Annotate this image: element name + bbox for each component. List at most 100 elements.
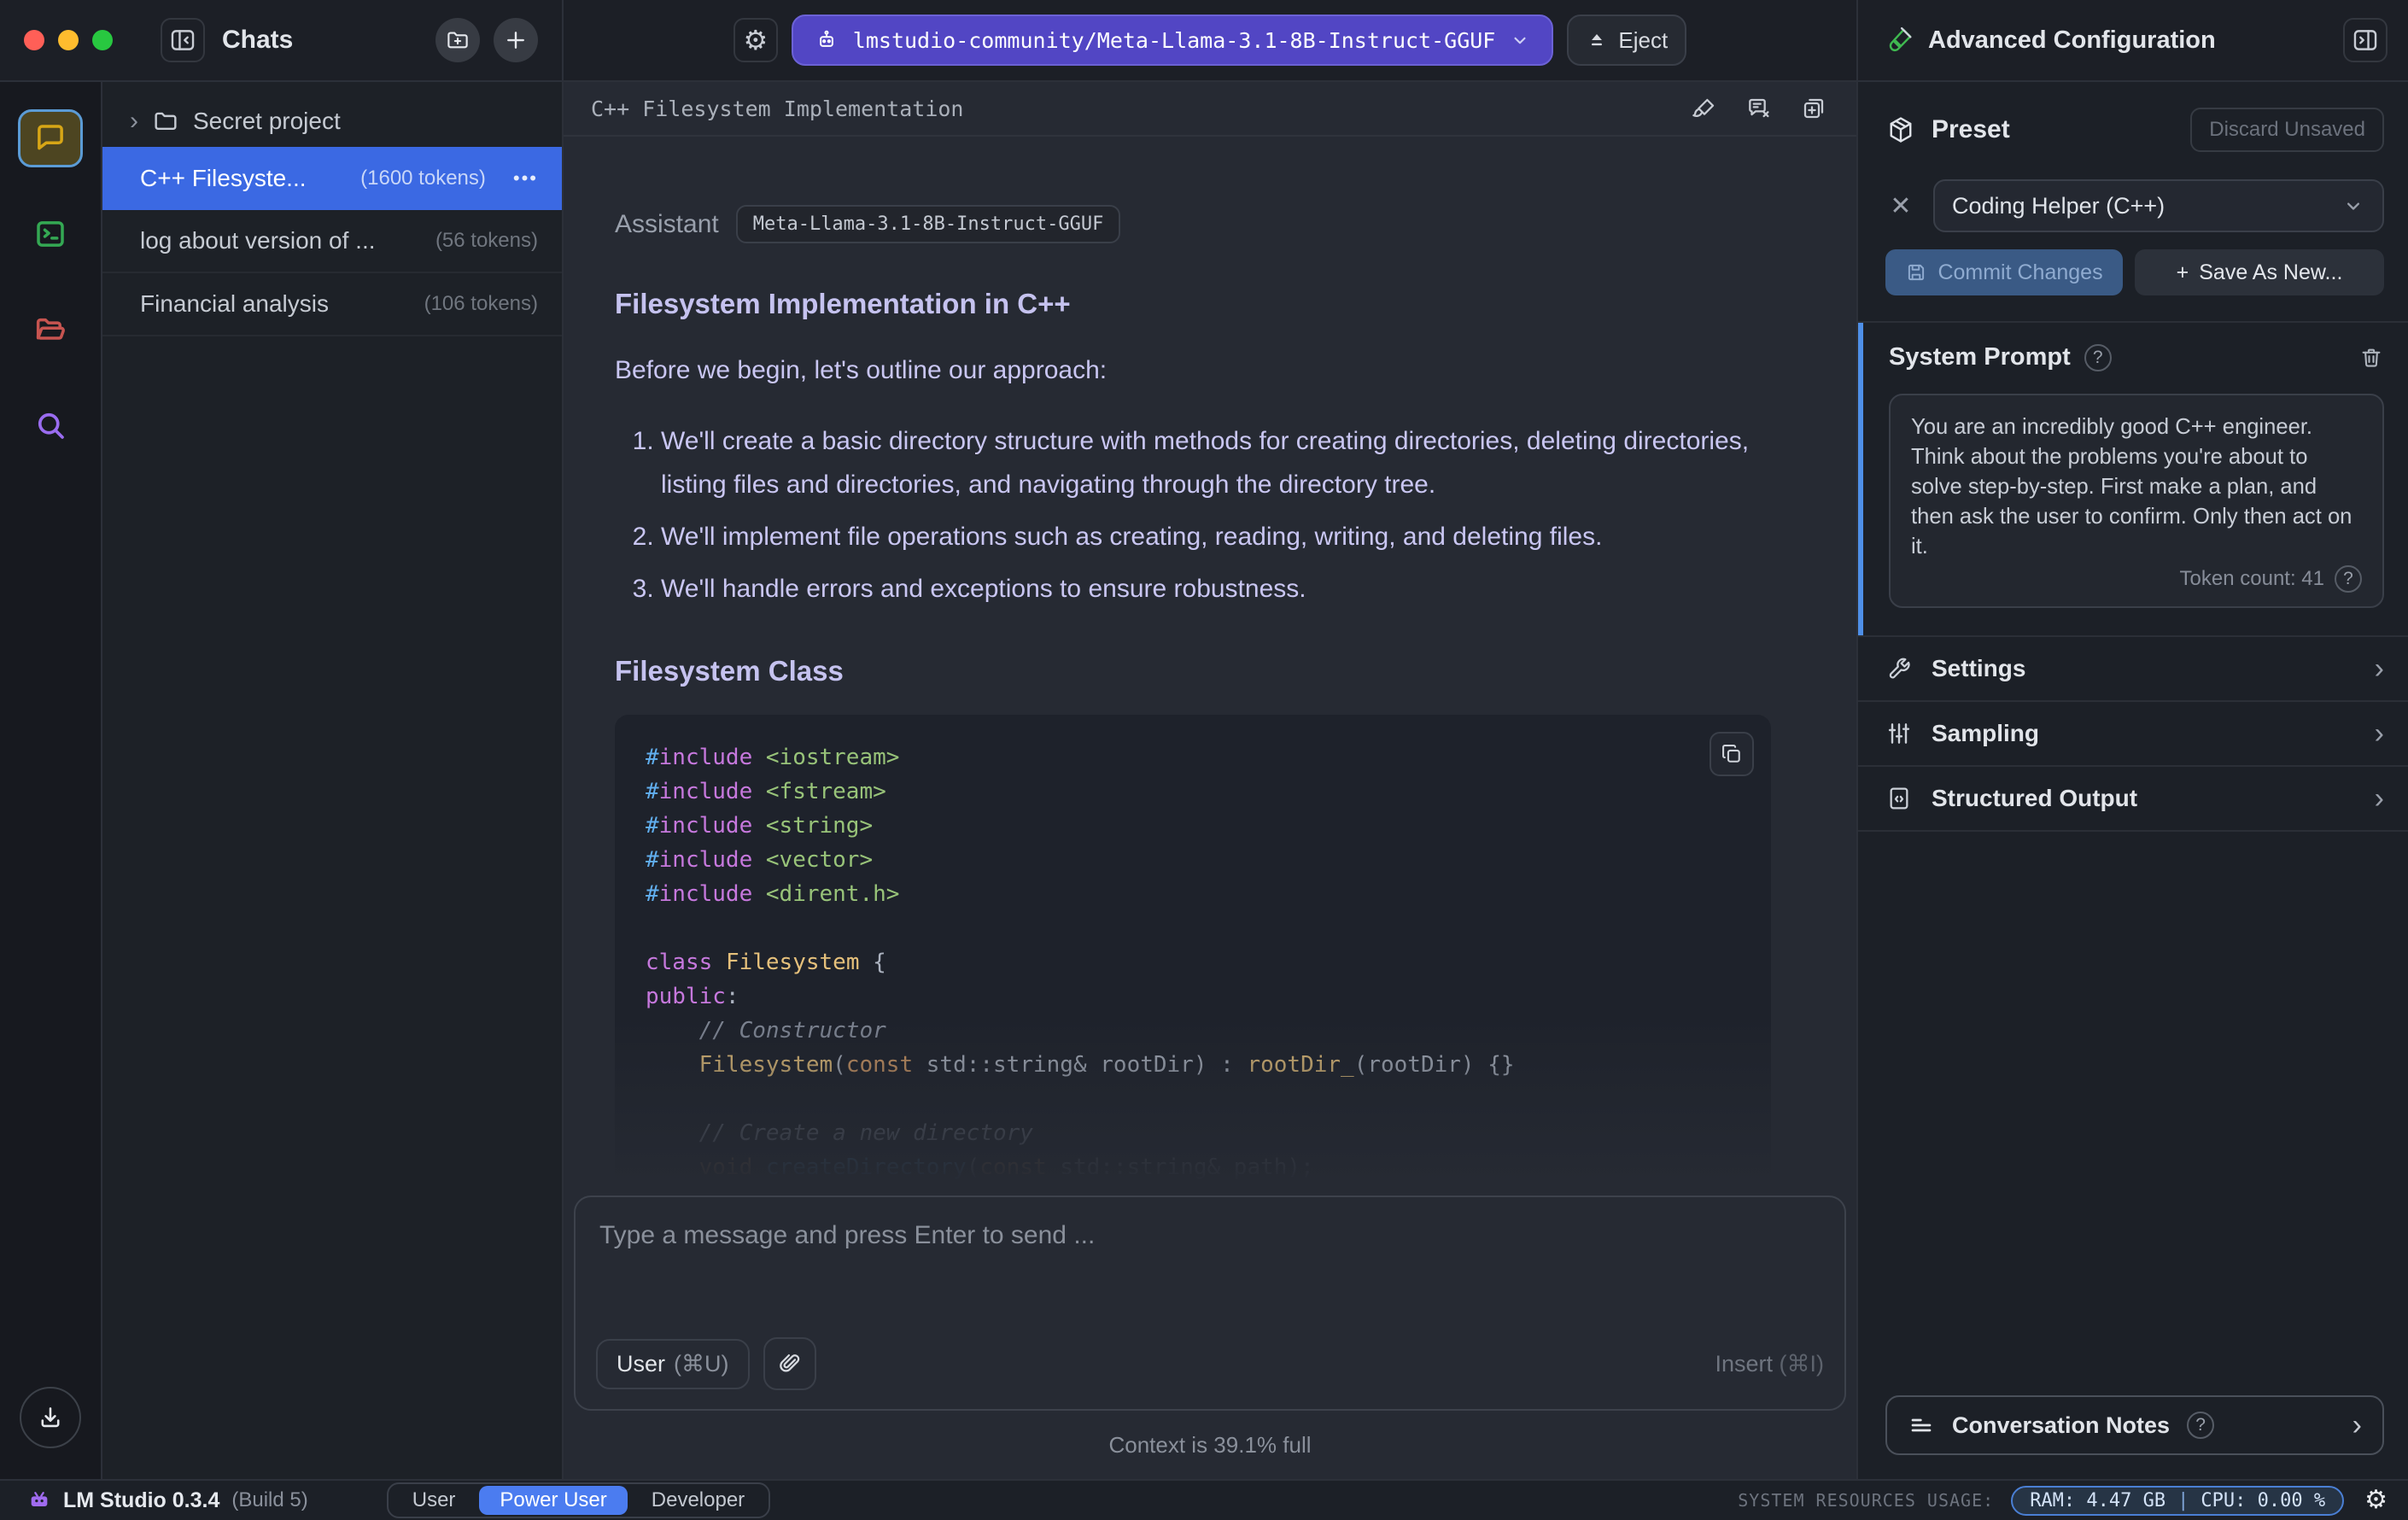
chats-panel: › Secret project C++ Filesyste... (1600 … (102, 82, 564, 1479)
commit-changes-button[interactable]: Commit Changes (1885, 249, 2124, 295)
model-toolbar: ⚙ lmstudio-community/Meta-Llama-3.1-8B-I… (564, 0, 1858, 80)
new-folder-button[interactable] (435, 18, 480, 62)
chat-token-count: (1600 tokens) (360, 167, 486, 190)
terminal-icon (32, 216, 68, 252)
wrench-icon (1885, 655, 1913, 682)
robot-icon (814, 27, 839, 53)
mode-developer[interactable]: Developer (631, 1486, 765, 1515)
nav-developer-button[interactable] (18, 205, 83, 263)
structured-output-section-row[interactable]: Structured Output › (1858, 767, 2408, 832)
advanced-config-title: Advanced Configuration (1928, 26, 2216, 54)
clear-preset-button[interactable]: ✕ (1885, 191, 1916, 221)
nav-rail (0, 82, 102, 1479)
sidebar-collapse-button[interactable] (161, 18, 205, 62)
downloads-button[interactable] (20, 1387, 81, 1448)
system-prompt-section: System Prompt ? You are an incredibly go… (1858, 323, 2408, 637)
settings-gear-icon[interactable]: ⚙ (2364, 1488, 2388, 1513)
folder-icon (152, 108, 179, 135)
chat-list-item[interactable]: C++ Filesyste... (1600 tokens) ••• (102, 147, 562, 210)
chevron-down-icon (2341, 194, 2365, 218)
chat-list-item[interactable]: log about version of ... (56 tokens) (102, 210, 562, 273)
tidy-chat-button[interactable] (1682, 86, 1727, 131)
download-icon (36, 1403, 65, 1432)
sampling-label: Sampling (1932, 720, 2040, 746)
copy-icon (1720, 742, 1744, 766)
chevron-right-icon: › (2374, 652, 2384, 685)
new-chat-button[interactable] (494, 18, 538, 62)
conversation-notes-label: Conversation Notes (1952, 1412, 2171, 1438)
structured-output-label: Structured Output (1932, 785, 2138, 811)
assistant-label: Assistant (615, 209, 719, 238)
gear-icon: ⚙ (743, 24, 769, 56)
panel-collapse-button[interactable] (2343, 18, 2388, 62)
list-item: We'll handle errors and exceptions to en… (661, 567, 1771, 611)
sampling-section-row[interactable]: Sampling › (1858, 702, 2408, 767)
cpu-usage: CPU: 0.00 % (2201, 1489, 2326, 1511)
zoom-window-button[interactable] (92, 30, 113, 50)
panel-right-icon (2351, 26, 2380, 55)
app-build: (Build 5) (231, 1488, 308, 1511)
resources-usage-label: SYSTEM RESOURCES USAGE: (1738, 1490, 1995, 1511)
commit-changes-label: Commit Changes (1938, 260, 2103, 284)
duplicate-chat-button[interactable] (1791, 86, 1836, 131)
chat-main: C++ Filesystem Implementation Assistant … (564, 82, 1858, 1479)
attach-file-button[interactable] (763, 1337, 816, 1390)
chats-panel-header: Chats (0, 0, 564, 80)
nav-my-models-button[interactable] (18, 301, 83, 359)
eject-label: Eject (1618, 26, 1669, 53)
close-window-button[interactable] (24, 30, 44, 50)
folder-open-icon (32, 312, 68, 348)
chat-folder-secret-project[interactable]: › Secret project (102, 96, 562, 147)
system-prompt-editor[interactable]: You are an incredibly good C++ engineer.… (1889, 394, 2384, 608)
user-mode-switcher: User Power User Developer (386, 1482, 771, 1518)
trash-icon[interactable] (2358, 345, 2384, 371)
clear-conversation-button[interactable] (1737, 86, 1781, 131)
document-code-icon (1885, 785, 1913, 812)
role-label: User (617, 1350, 666, 1377)
insert-shortcut: (⌘I) (1779, 1350, 1824, 1377)
paperclip-icon (776, 1350, 804, 1377)
help-icon[interactable]: ? (2335, 565, 2362, 593)
mode-power-user[interactable]: Power User (479, 1486, 628, 1515)
assistant-model-badge: Meta-Llama-3.1-8B-Instruct-GGUF (735, 205, 1121, 243)
folder-name: Secret project (193, 108, 341, 134)
sliders-icon (1885, 720, 1913, 747)
nav-discover-button[interactable] (18, 396, 83, 454)
mode-user[interactable]: User (392, 1486, 476, 1515)
eject-model-button[interactable]: Eject (1567, 15, 1687, 66)
model-selector[interactable]: lmstudio-community/Meta-Llama-3.1-8B-Ins… (791, 15, 1554, 66)
settings-label: Settings (1932, 655, 2026, 681)
chat-options-icon[interactable]: ••• (513, 167, 538, 190)
plus-icon (503, 27, 529, 53)
help-icon[interactable]: ? (2084, 343, 2112, 371)
chat-title: C++ Filesyste... (140, 165, 307, 191)
preset-dropdown[interactable]: Coding Helper (C++) (1933, 179, 2384, 232)
copy-code-button[interactable] (1710, 732, 1754, 776)
chat-list-item[interactable]: Financial analysis (106 tokens) (102, 273, 562, 336)
role-toggle-button[interactable]: User (⌘U) (596, 1338, 750, 1389)
window-controls (24, 30, 113, 50)
list-item: We'll create a basic directory structure… (661, 419, 1771, 506)
help-icon[interactable]: ? (2187, 1412, 2215, 1439)
status-bar: LM Studio 0.3.4 (Build 5) User Power Use… (0, 1479, 2408, 1520)
chat-token-count: (56 tokens) (435, 229, 538, 252)
nav-chat-button[interactable] (18, 109, 83, 167)
insert-button[interactable]: Insert (⌘I) (1715, 1351, 1824, 1377)
plus-icon: + (2176, 260, 2189, 284)
minimize-window-button[interactable] (58, 30, 79, 50)
system-prompt-label: System Prompt (1889, 343, 2071, 371)
resources-usage-pill: RAM: 4.47 GB | CPU: 0.00 % (2011, 1485, 2345, 1516)
message-input[interactable]: Type a message and press Enter to send .… (574, 1196, 1846, 1411)
chat-title: Financial analysis (140, 290, 329, 317)
conversation-notes-row[interactable]: Conversation Notes ? › (1885, 1395, 2384, 1455)
save-as-new-button[interactable]: + Save As New... (2135, 249, 2384, 295)
chevron-right-icon: › (130, 107, 138, 135)
chat-bubble-icon (32, 120, 68, 156)
discard-unsaved-button[interactable]: Discard Unsaved (2190, 108, 2384, 152)
notes-icon (1908, 1412, 1935, 1439)
model-settings-button[interactable]: ⚙ (733, 18, 778, 62)
chat-title: log about version of ... (140, 227, 376, 254)
settings-section-row[interactable]: Settings › (1858, 637, 2408, 702)
chat-clear-icon (1745, 95, 1773, 122)
duplicate-icon (1800, 95, 1827, 122)
